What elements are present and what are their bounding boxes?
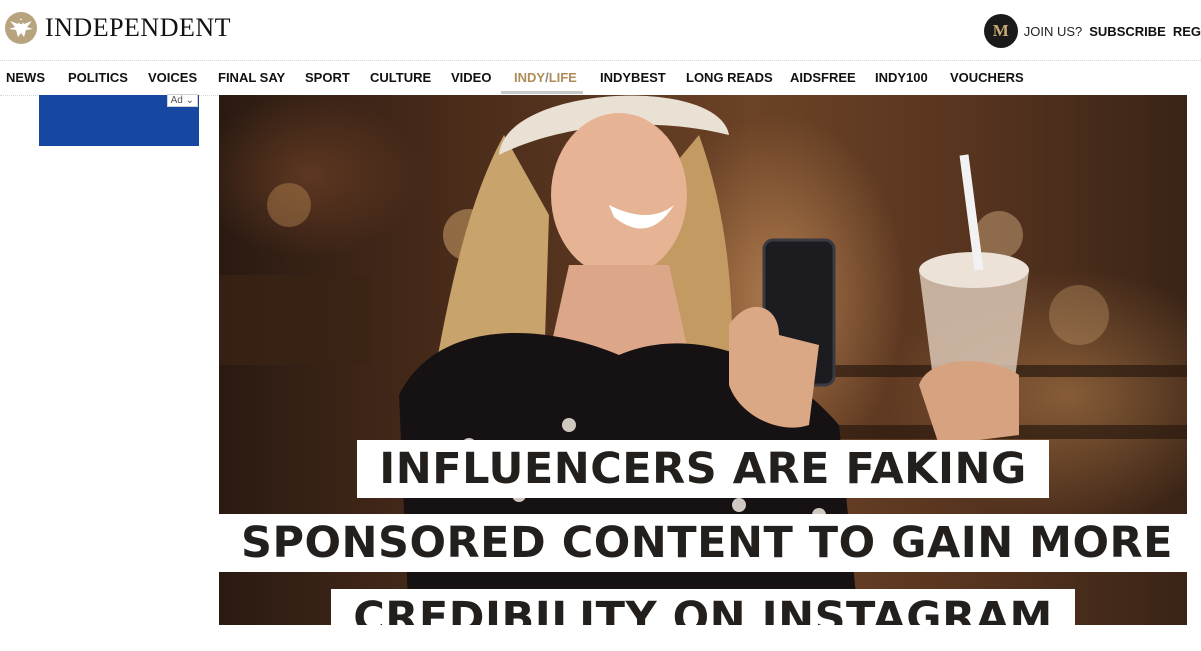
register-link[interactable]: REG — [1173, 24, 1201, 39]
nav-item-indy100[interactable]: INDY100 — [875, 70, 928, 85]
nav-item-indy-life-suffix: LIFE — [548, 70, 577, 85]
nav-item-sport[interactable]: SPORT — [305, 70, 350, 85]
site-name: INDEPENDENT — [45, 13, 232, 42]
nav-item-indybest[interactable]: INDYBEST — [600, 70, 666, 85]
nav-item-video[interactable]: VIDEO — [451, 70, 491, 85]
site-logo[interactable]: INDEPENDENT — [5, 12, 231, 44]
nav-item-long-reads[interactable]: LONG READS — [686, 70, 773, 85]
nav-item-indy-life[interactable]: INDY/LIFE — [514, 70, 577, 85]
nav-item-vouchers[interactable]: VOUCHERS — [950, 70, 1024, 85]
account-area: M JOIN US? SUBSCRIBE REG — [983, 14, 1201, 48]
headline-line-3[interactable]: CREDIBILITY ON INSTAGRAM — [331, 589, 1075, 625]
join-us-link[interactable]: JOIN US? — [1024, 24, 1083, 39]
nav-item-final-say[interactable]: FINAL SAY — [218, 70, 285, 85]
headline-line-1[interactable]: INFLUENCERS ARE FAKING — [357, 440, 1049, 498]
nav-item-indy-life-prefix: INDY — [514, 70, 546, 85]
headline-line-2[interactable]: SPONSORED CONTENT TO GAIN MORE — [219, 514, 1187, 572]
nav-item-aidsfree[interactable]: AIDSFREE — [790, 70, 856, 85]
nav-item-politics[interactable]: POLITICS — [68, 70, 128, 85]
membership-badge[interactable]: M — [983, 14, 1018, 48]
subscribe-link[interactable]: SUBSCRIBE — [1089, 24, 1166, 39]
hero-image[interactable]: INFLUENCERS ARE FAKING SPONSORED CONTENT… — [219, 95, 1187, 625]
nav-item-voices[interactable]: VOICES — [148, 70, 197, 85]
headline-line-3-wrap: CREDIBILITY ON INSTAGRAM — [219, 589, 1187, 625]
nav-item-news[interactable]: NEWS — [6, 70, 45, 85]
headline-line-2-wrap: SPONSORED CONTENT TO GAIN MORE — [219, 514, 1187, 572]
top-bar: INDEPENDENT M JOIN US? SUBSCRIBE REG — [0, 0, 1201, 61]
nav-item-culture[interactable]: CULTURE — [370, 70, 431, 85]
headline-line-1-wrap: INFLUENCERS ARE FAKING — [219, 440, 1187, 498]
main-nav: NEWS POLITICS VOICES FINAL SAY SPORT CUL… — [0, 60, 1040, 96]
ad-choices-button[interactable]: Ad ⌄ — [166, 94, 198, 107]
advertisement[interactable]: Ad ⌄ — [39, 94, 199, 146]
eagle-icon — [5, 12, 37, 44]
chevron-down-icon: ⌄ — [185, 95, 194, 106]
active-tab-indicator — [501, 91, 583, 94]
ad-label: Ad — [170, 95, 183, 106]
